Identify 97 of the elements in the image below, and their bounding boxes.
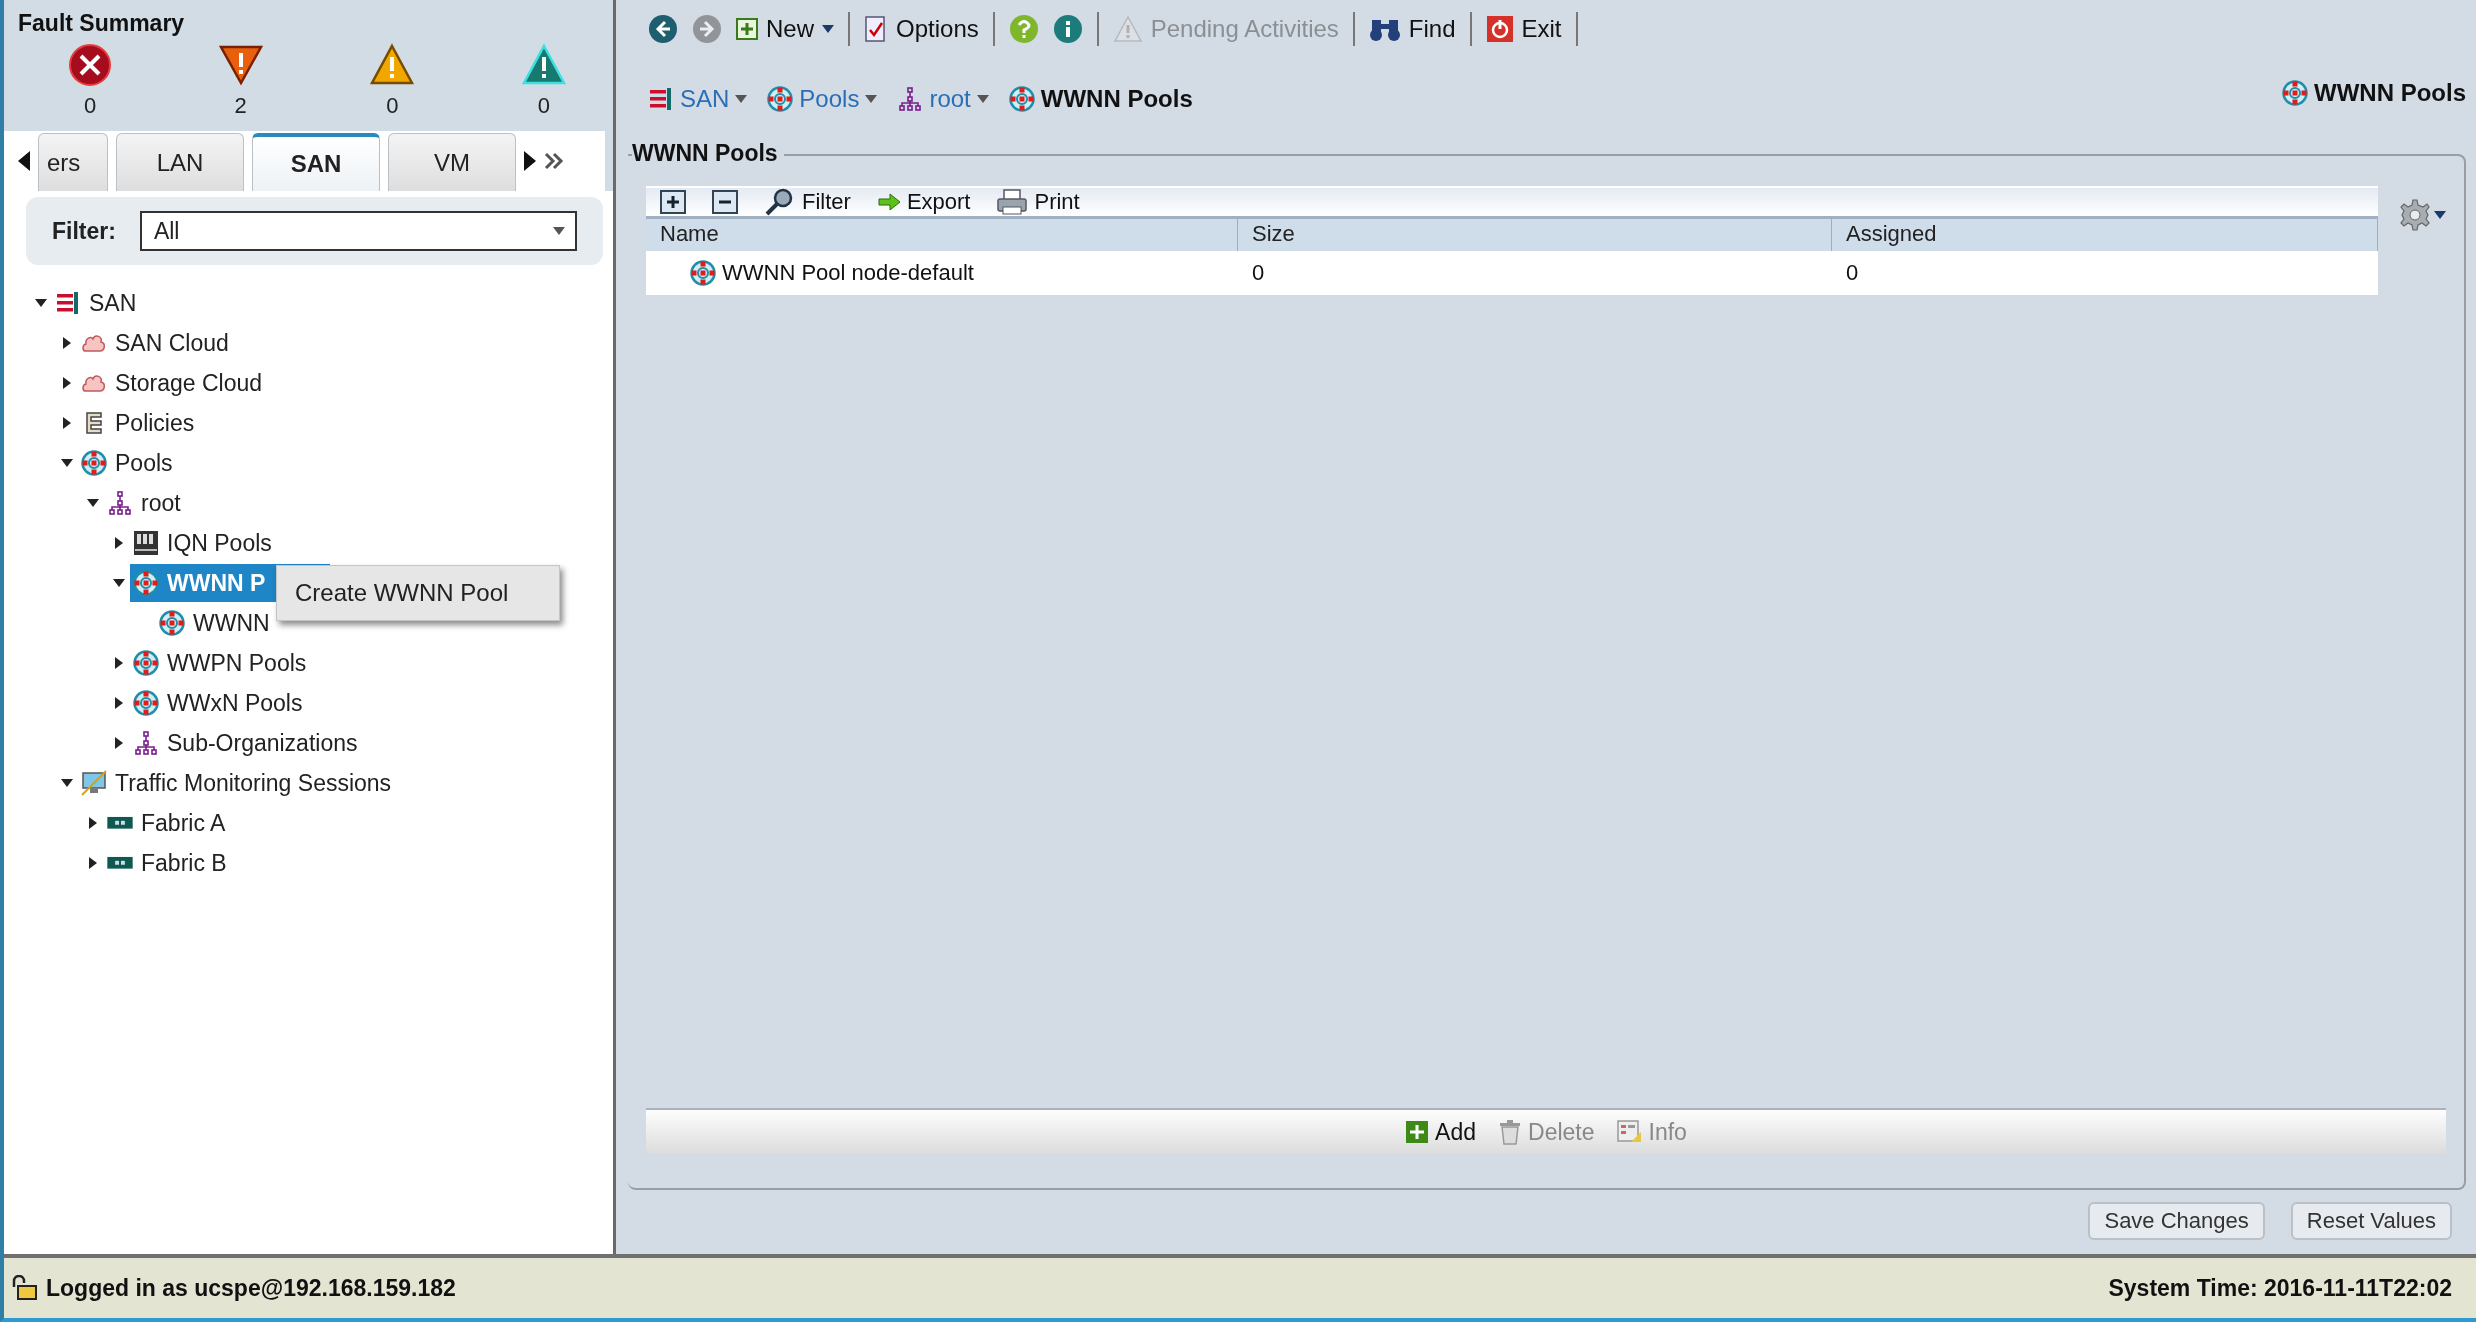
card-icon xyxy=(107,815,133,831)
system-time: System Time: 2016-11-11T22:02 xyxy=(2108,1274,2452,1302)
action-button[interactable]: Reset Values xyxy=(2290,1202,2452,1240)
major-fault-icon xyxy=(217,43,264,87)
settings-icon xyxy=(2398,198,2432,232)
more-tabs-icon[interactable] xyxy=(544,152,564,170)
fault-count: 0 xyxy=(83,93,97,119)
tree-item[interactable]: Policies xyxy=(78,404,201,442)
pool-icon xyxy=(767,86,794,112)
properties-icon xyxy=(1616,1120,1643,1144)
document-icon xyxy=(864,15,888,43)
caret-icon xyxy=(2434,211,2446,219)
power-icon xyxy=(1485,15,1514,43)
expand-icon xyxy=(660,190,686,214)
caret-icon xyxy=(553,227,565,235)
plus-icon xyxy=(736,18,758,40)
tree-item[interactable]: root xyxy=(104,484,187,522)
caret-icon xyxy=(735,95,748,103)
trash-icon xyxy=(1498,1119,1523,1145)
hierarchy-icon xyxy=(133,730,159,756)
tree-item[interactable]: Pools xyxy=(78,444,179,482)
lock-icon xyxy=(10,1275,38,1301)
table-cell: WWNN Pool node-default xyxy=(722,260,974,286)
collapse-button[interactable] xyxy=(712,190,738,214)
fault-count: 2 xyxy=(234,93,247,119)
fault-summary-title: Fault Summary xyxy=(18,10,186,37)
pool-icon xyxy=(690,260,716,286)
breadcrumb-link[interactable]: WWNN Pools xyxy=(1008,85,1193,113)
tree-item[interactable]: SAN Cloud xyxy=(78,324,235,362)
warning-icon xyxy=(1112,15,1143,43)
caret-icon xyxy=(865,95,878,103)
find-button[interactable]: Find xyxy=(1368,15,1456,43)
tree-item[interactable]: Traffic Monitoring Sessions xyxy=(78,764,398,802)
tree-item[interactable]: IQN Pools xyxy=(130,524,278,562)
card-icon xyxy=(107,855,133,871)
add-button[interactable]: Add xyxy=(1405,1118,1477,1146)
pool-icon xyxy=(133,690,159,716)
forward-icon xyxy=(692,14,722,44)
expand-button[interactable] xyxy=(660,190,686,214)
grid-icon xyxy=(133,530,159,556)
scroll-right-icon[interactable] xyxy=(524,151,536,171)
export-button[interactable]: Export xyxy=(876,189,971,215)
warning-fault-icon xyxy=(520,43,567,87)
caret-icon xyxy=(822,25,834,33)
tree-item[interactable]: Sub-Organizations xyxy=(130,724,364,762)
filter-label: Filter: xyxy=(52,217,116,245)
tree-item[interactable]: SAN xyxy=(52,284,143,322)
tree-item[interactable]: Fabric A xyxy=(104,804,232,842)
tree-item[interactable]: WWPN Pools xyxy=(130,644,313,682)
pool-icon xyxy=(159,610,185,636)
tree-item[interactable]: Fabric B xyxy=(104,844,233,882)
scroll-left-icon[interactable] xyxy=(18,151,30,171)
table-row[interactable]: WWNN Pool node-default 0 0 xyxy=(646,251,2378,295)
info-button[interactable] xyxy=(1052,14,1083,44)
table-cell: 0 xyxy=(1846,260,1859,286)
san-icon xyxy=(55,290,81,316)
hierarchy-icon xyxy=(897,86,924,112)
tree-item[interactable]: WWxN Pools xyxy=(130,684,309,722)
nav-tab[interactable]: LAN xyxy=(116,133,244,191)
critical-fault-icon xyxy=(68,43,112,87)
login-status: Logged in as ucspe@192.168.159.182 xyxy=(46,1274,456,1302)
fault-count: 0 xyxy=(386,93,399,119)
back-icon xyxy=(648,14,678,44)
filter-button[interactable]: Filter xyxy=(764,188,851,216)
minor-fault-icon xyxy=(369,43,416,87)
pool-icon xyxy=(2282,80,2308,106)
collapse-icon xyxy=(712,190,738,214)
monitor-icon xyxy=(81,770,107,796)
action-button[interactable]: Save Changes xyxy=(2088,1202,2265,1240)
san-icon xyxy=(648,86,674,112)
new-button[interactable]: New xyxy=(736,15,834,43)
page-title: WWNN Pools xyxy=(2314,79,2466,107)
add-icon xyxy=(1405,1120,1430,1144)
tree-item[interactable]: Storage Cloud xyxy=(78,364,269,402)
info-icon xyxy=(1052,14,1083,44)
arrow-icon xyxy=(876,193,901,211)
exit-button[interactable]: Exit xyxy=(1485,15,1562,43)
pool-icon xyxy=(133,650,159,676)
pool-icon xyxy=(1008,86,1035,112)
fault-count: 0 xyxy=(537,93,551,119)
options-button[interactable]: Options xyxy=(864,15,979,43)
print-button[interactable]: Print xyxy=(996,188,1080,216)
pool-icon xyxy=(81,450,107,476)
caret-icon xyxy=(976,95,989,103)
tree-item[interactable]: WWNN xyxy=(156,604,276,642)
pool-icon xyxy=(133,570,159,596)
breadcrumb-link[interactable]: root xyxy=(897,85,989,113)
nav-tab[interactable]: ers xyxy=(38,133,108,191)
breadcrumb-link[interactable]: Pools xyxy=(767,85,878,113)
table-cell: 0 xyxy=(1252,260,1265,286)
nav-tab[interactable]: VM xyxy=(388,133,516,191)
filter-dropdown[interactable]: All xyxy=(139,211,577,251)
hierarchy-icon xyxy=(107,490,133,516)
help-icon xyxy=(1008,14,1039,44)
breadcrumb-link[interactable]: SAN xyxy=(648,85,748,113)
nav-tab[interactable]: SAN xyxy=(252,133,380,191)
back-button[interactable] xyxy=(648,14,678,44)
